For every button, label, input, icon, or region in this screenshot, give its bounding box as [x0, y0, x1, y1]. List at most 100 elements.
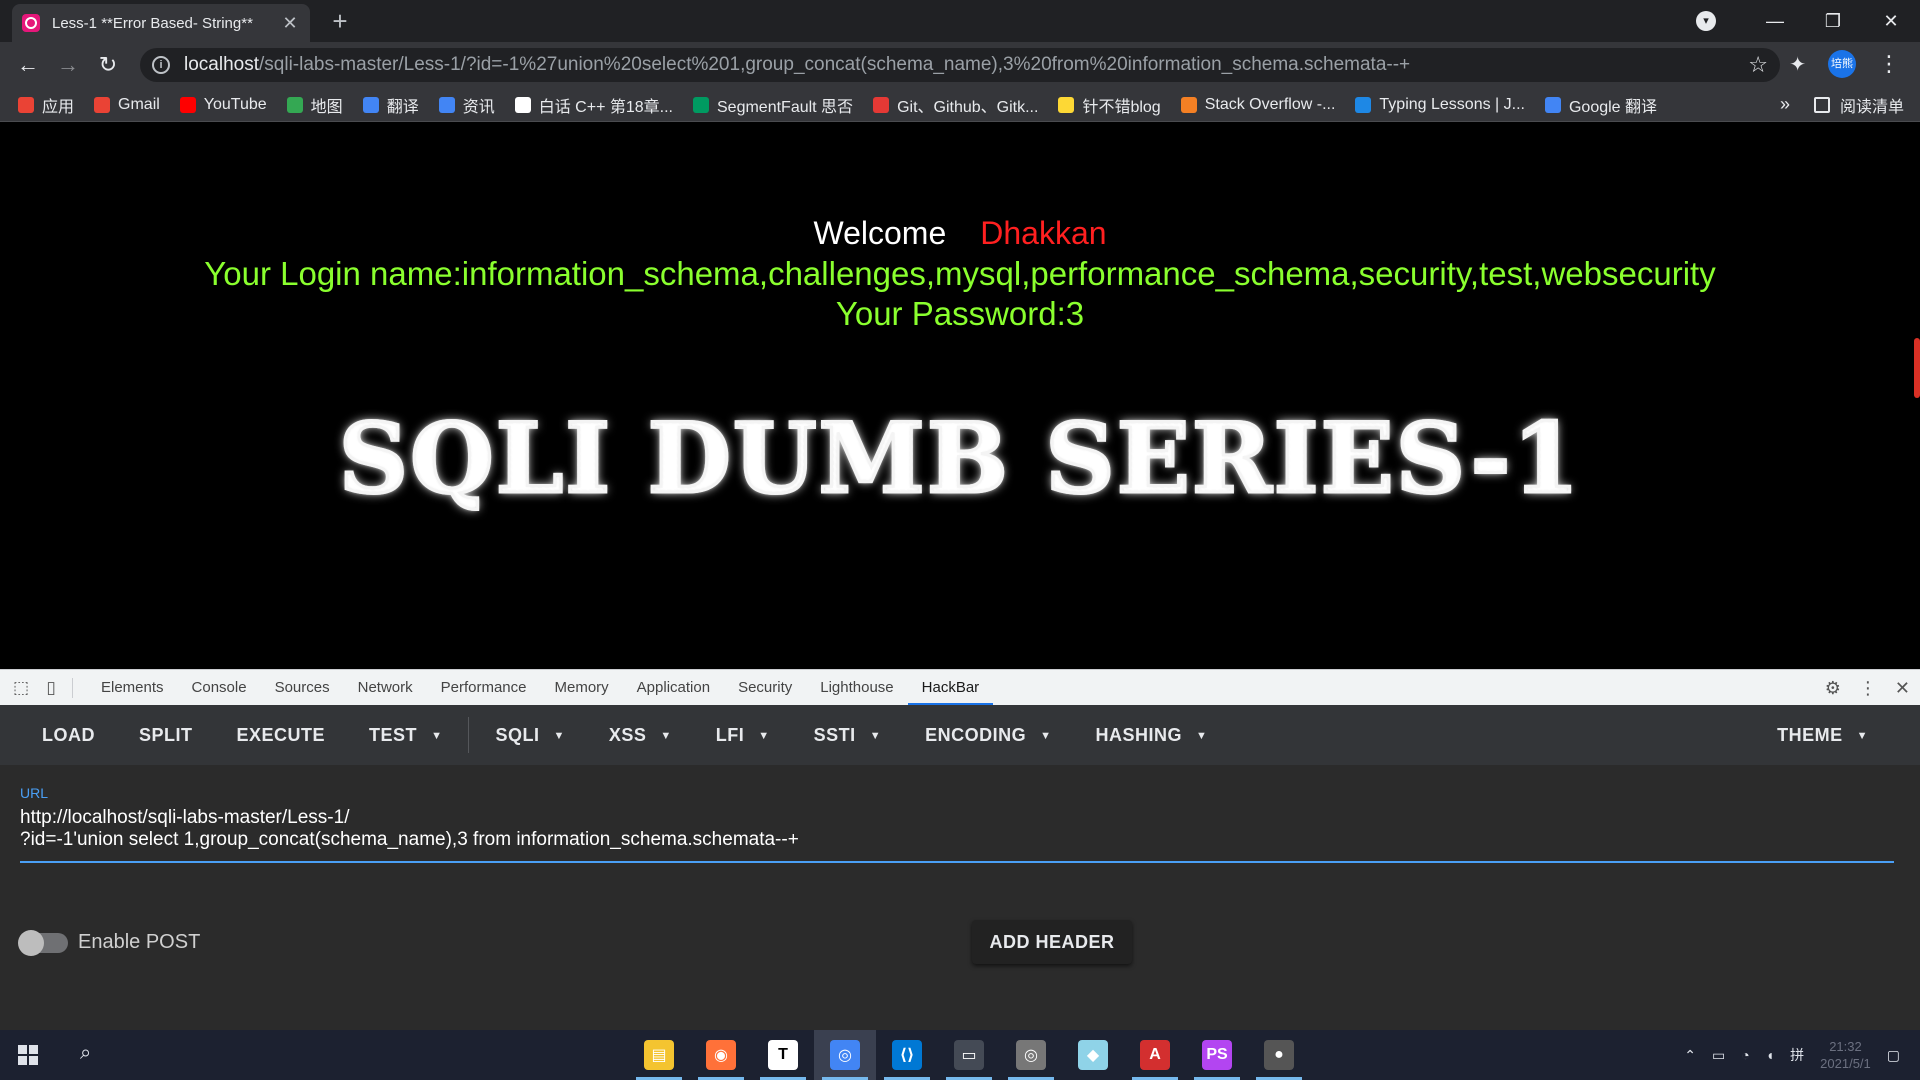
bookmark-item[interactable]: 资讯: [438, 93, 495, 117]
url-textarea[interactable]: http://localhost/sqli-labs-master/Less-1…: [20, 807, 1890, 851]
devtools-tab-console[interactable]: Console: [178, 670, 261, 706]
minimize-button[interactable]: —: [1746, 11, 1804, 32]
bookmark-favicon-icon: [286, 96, 303, 113]
forward-button[interactable]: →: [48, 52, 88, 78]
taskbar-app-vscode[interactable]: ⟨⟩: [876, 1030, 938, 1080]
tray-chevron-icon[interactable]: ⌃: [1684, 1047, 1696, 1064]
address-bar[interactable]: i localhost/sqli-labs-master/Less-1/?id=…: [140, 48, 1780, 82]
taskbar-search-icon[interactable]: ⌕: [80, 1042, 91, 1065]
chevron-down-icon: ▼: [1856, 729, 1868, 742]
bookmark-item[interactable]: 地图: [286, 93, 343, 117]
page-scrollbar[interactable]: [1914, 338, 1920, 398]
enable-post-toggle[interactable]: [18, 930, 68, 956]
tab-favicon-icon: [22, 14, 40, 32]
reload-button[interactable]: ↻: [88, 52, 128, 78]
browser-menu-icon[interactable]: ⋮: [1878, 51, 1900, 77]
test-menu-button[interactable]: TEST ▼: [347, 725, 464, 746]
taskbar-app-media-player[interactable]: ◎: [1000, 1030, 1062, 1080]
bookmark-item[interactable]: Stack Overflow -...: [1180, 95, 1336, 114]
system-clock[interactable]: 21:32 2021/5/1: [1820, 1038, 1871, 1072]
taskbar-app-phpstorm[interactable]: PS: [1186, 1030, 1248, 1080]
taskbar-app-game[interactable]: ●: [1248, 1030, 1310, 1080]
notification-icon[interactable]: ▢: [1887, 1047, 1900, 1064]
taskbar-app-firefox[interactable]: ◉: [690, 1030, 752, 1080]
xss-menu-button[interactable]: XSS ▼: [587, 725, 694, 746]
bookmark-item[interactable]: 针不错blog: [1058, 93, 1161, 117]
taskbar-app-notes[interactable]: ◆: [1062, 1030, 1124, 1080]
input-method-icon[interactable]: 拼: [1790, 1045, 1804, 1065]
url-line-2: ?id=-1'union select 1,group_concat(schem…: [20, 829, 799, 850]
devtools-menu-icon[interactable]: ⋮: [1859, 678, 1877, 699]
bookmark-star-icon[interactable]: ☆: [1748, 52, 1768, 78]
taskbar-app-acrobat[interactable]: A: [1124, 1030, 1186, 1080]
file-explorer-icon: ▤: [644, 1040, 674, 1070]
load-label: LOAD: [42, 724, 95, 745]
bookmark-item[interactable]: YouTube: [179, 96, 267, 114]
encoding-menu-button[interactable]: ENCODING ▼: [903, 725, 1073, 746]
extensions-icon[interactable]: ✦: [1789, 52, 1806, 77]
devtools-tab-network[interactable]: Network: [344, 670, 427, 706]
split-button[interactable]: SPLIT: [117, 725, 215, 746]
taskbar-app-file-explorer[interactable]: ▤: [628, 1030, 690, 1080]
url-field-underline: [20, 861, 1894, 863]
bookmark-item[interactable]: SegmentFault 思否: [693, 93, 853, 117]
devtools-tab-hackbar[interactable]: HackBar: [907, 670, 994, 706]
execute-button[interactable]: EXECUTE: [215, 725, 348, 746]
reading-list-button[interactable]: 阅读清单: [1813, 93, 1904, 117]
firefox-icon: ◉: [706, 1040, 736, 1070]
devtools-tab-memory[interactable]: Memory: [541, 670, 623, 706]
devtools-tab-security[interactable]: Security: [724, 670, 806, 706]
reading-list-label: 阅读清单: [1839, 98, 1904, 116]
system-tray: ⌃ ▭ ◔ ◖ 拼 21:32 2021/5/1 ▢: [1684, 1030, 1900, 1080]
typora-icon: T: [768, 1040, 798, 1070]
taskbar-app-chrome[interactable]: ◎: [814, 1030, 876, 1080]
battery-icon[interactable]: ▭: [1712, 1047, 1725, 1064]
taskbar-app-typora[interactable]: T: [752, 1030, 814, 1080]
bookmark-item[interactable]: Google 翻译: [1544, 93, 1657, 117]
devtools-tab-performance[interactable]: Performance: [427, 670, 541, 706]
ssti-menu-button[interactable]: SSTI ▼: [792, 725, 903, 746]
bookmark-favicon-icon: [873, 96, 890, 113]
restore-button[interactable]: ❐: [1804, 11, 1862, 32]
theme-menu-button[interactable]: THEME ▼: [1755, 725, 1890, 746]
site-info-icon[interactable]: i: [152, 56, 170, 74]
hashing-menu-button[interactable]: HASHING ▼: [1073, 725, 1229, 746]
terminal-icon: ▭: [954, 1040, 984, 1070]
bookmark-label: Git、Github、Gitk...: [897, 98, 1039, 116]
chevron-down-icon: ▼: [1040, 729, 1052, 742]
add-header-button[interactable]: ADD HEADER: [972, 920, 1132, 964]
load-button[interactable]: LOAD: [20, 725, 117, 746]
back-button[interactable]: ←: [8, 52, 48, 78]
devtools-settings-icon[interactable]: ⚙: [1825, 678, 1841, 699]
devtools-tab-lighthouse[interactable]: Lighthouse: [806, 670, 907, 706]
login-name-line: Your Login name:information_schema,chall…: [204, 255, 1716, 292]
bookmark-item[interactable]: Git、Github、Gitk...: [873, 93, 1038, 117]
devtools-tab-bar: ⬚ ▯ Elements Console Sources Network Perform…: [0, 669, 1920, 706]
volume-icon[interactable]: ◖: [1766, 1047, 1774, 1063]
close-window-button[interactable]: ✕: [1862, 11, 1920, 32]
bookmarks-overflow-icon[interactable]: »: [1780, 94, 1790, 115]
bookmark-item[interactable]: Gmail: [94, 96, 160, 114]
bookmark-item[interactable]: 应用: [18, 93, 74, 117]
tab-close-icon[interactable]: ✕: [280, 13, 300, 34]
new-tab-button[interactable]: +: [324, 6, 356, 37]
device-toolbar-icon[interactable]: ▯: [36, 678, 66, 698]
tab-search-icon[interactable]: ▾: [1696, 11, 1716, 31]
devtools-tab-elements[interactable]: Elements: [87, 670, 178, 706]
bookmark-item[interactable]: 翻译: [362, 93, 419, 117]
inspect-element-icon[interactable]: ⬚: [6, 678, 36, 698]
bookmark-item[interactable]: Typing Lessons | J...: [1355, 96, 1525, 114]
devtools-tab-sources[interactable]: Sources: [261, 670, 344, 706]
bookmark-item[interactable]: 白话 C++ 第18章...: [514, 93, 673, 117]
bookmark-label: Stack Overflow -...: [1204, 95, 1336, 113]
profile-avatar[interactable]: 培熊: [1828, 50, 1856, 78]
start-button[interactable]: [18, 1045, 38, 1065]
taskbar-app-terminal[interactable]: ▭: [938, 1030, 1000, 1080]
username-text: Dhakkan: [980, 215, 1107, 251]
network-icon[interactable]: ◔: [1741, 1047, 1749, 1063]
lfi-menu-button[interactable]: LFI ▼: [694, 725, 792, 746]
browser-tab-active[interactable]: Less-1 **Error Based- String** ✕: [12, 4, 310, 42]
sqli-menu-button[interactable]: SQLI ▼: [473, 725, 586, 746]
devtools-close-icon[interactable]: ✕: [1895, 678, 1910, 699]
devtools-tab-application[interactable]: Application: [623, 670, 724, 706]
